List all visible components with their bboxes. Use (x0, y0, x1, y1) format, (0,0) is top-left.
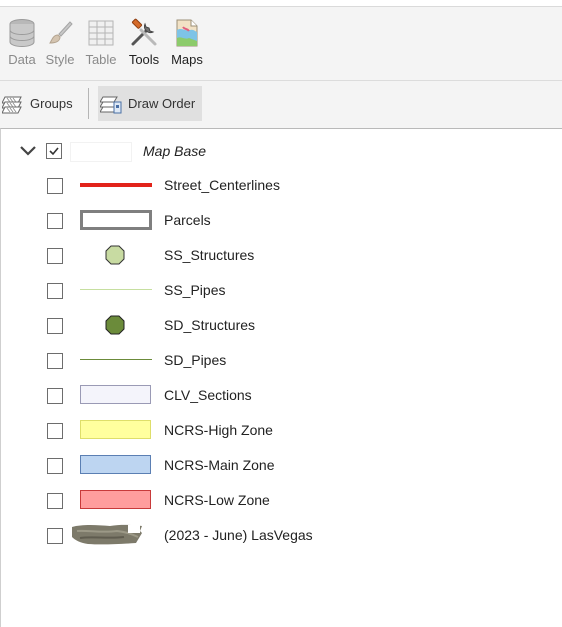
maps-button-label: Maps (171, 52, 203, 67)
chevron-down-icon[interactable] (19, 144, 37, 158)
light-green-octagon-symbol (105, 245, 125, 265)
layer-ss-pipes[interactable]: SS_Pipes (0, 275, 562, 305)
layer-label: SS_Structures (164, 247, 255, 263)
layers-icon (2, 96, 22, 114)
database-icon (9, 19, 35, 47)
layer-label: CLV_Sections (164, 387, 252, 403)
layer-street-centerlines[interactable]: Street_Centerlines (0, 170, 562, 200)
layer-label: NCRS-Main Zone (164, 457, 275, 473)
data-button-label: Data (8, 52, 36, 67)
tab-groups[interactable]: Groups (0, 86, 82, 121)
imagery-thumbnail (72, 524, 142, 545)
maps-button[interactable]: Maps (167, 14, 207, 70)
layer-label: SD_Pipes (164, 352, 227, 368)
table-button-label: Table (85, 52, 117, 67)
layer-sd-structures[interactable]: SD_Structures (0, 310, 562, 340)
maps-icon (176, 19, 198, 47)
layer-ncrs-high-zone[interactable]: NCRS-High Zone (0, 415, 562, 445)
layer-checkbox[interactable] (47, 423, 63, 439)
map-base-checkbox[interactable] (46, 143, 62, 159)
layer-checkbox[interactable] (47, 493, 63, 509)
tab-draw-order-label: Draw Order (128, 96, 196, 111)
light-green-line-symbol (80, 289, 152, 290)
paintbrush-icon (49, 21, 73, 44)
style-button-label: Style (45, 52, 75, 67)
layer-checkbox[interactable] (47, 388, 63, 404)
layer-lasvegas-imagery[interactable]: (2023 - June) LasVegas (0, 520, 562, 550)
layer-checkbox[interactable] (47, 458, 63, 474)
layer-checkbox[interactable] (47, 283, 63, 299)
layer-tree-panel (0, 128, 562, 627)
checkmark-icon (49, 147, 59, 156)
layer-checkbox[interactable] (47, 353, 63, 369)
table-button[interactable]: Table (81, 14, 121, 70)
map-base-thumbnail (70, 142, 132, 162)
layer-ncrs-main-zone[interactable]: NCRS-Main Zone (0, 450, 562, 480)
gray-rect-symbol (80, 210, 152, 230)
layer-parcels[interactable]: Parcels (0, 205, 562, 235)
layer-label: Street_Centerlines (164, 177, 280, 193)
red-line-symbol (80, 183, 152, 187)
layer-label: NCRS-Low Zone (164, 492, 270, 508)
layer-sd-pipes[interactable]: SD_Pipes (0, 345, 562, 375)
tab-draw-order[interactable]: Draw Order (98, 86, 202, 121)
blue-rect-symbol (80, 455, 151, 474)
tools-button-label: Tools (128, 52, 160, 67)
layer-label: SS_Pipes (164, 282, 226, 298)
layer-label: NCRS-High Zone (164, 422, 273, 438)
ribbon-toolbar: Data Style Table Tools Maps Groups Draw … (0, 0, 562, 129)
toolbar-divider (0, 80, 562, 81)
window-top-edge (0, 0, 562, 7)
map-base-label: Map Base (143, 143, 207, 159)
table-icon (88, 20, 114, 46)
tools-button[interactable]: Tools (124, 14, 164, 70)
data-button[interactable]: Data (2, 14, 42, 70)
tools-icon (131, 18, 157, 46)
layer-checkbox[interactable] (47, 318, 63, 334)
layer-label: (2023 - June) LasVegas (164, 527, 313, 543)
tab-groups-label: Groups (30, 96, 73, 111)
layer-ss-structures[interactable]: SS_Structures (0, 240, 562, 270)
layer-checkbox[interactable] (47, 178, 63, 194)
layer-ncrs-low-zone[interactable]: NCRS-Low Zone (0, 485, 562, 515)
layer-label: Parcels (164, 212, 211, 228)
yellow-rect-symbol (80, 420, 151, 439)
draw-order-icon (100, 96, 122, 114)
layer-clv-sections[interactable]: CLV_Sections (0, 380, 562, 410)
tab-separator (88, 88, 89, 119)
layer-checkbox[interactable] (47, 248, 63, 264)
olive-line-symbol (80, 359, 152, 360)
layer-checkbox[interactable] (47, 528, 63, 544)
layer-label: SD_Structures (164, 317, 256, 333)
tree-group-map-base[interactable]: Map Base (0, 136, 562, 166)
olive-octagon-symbol (105, 315, 125, 335)
red-rect-symbol (80, 490, 151, 509)
layer-checkbox[interactable] (47, 213, 63, 229)
lavender-rect-symbol (80, 385, 151, 404)
style-button[interactable]: Style (40, 14, 80, 70)
